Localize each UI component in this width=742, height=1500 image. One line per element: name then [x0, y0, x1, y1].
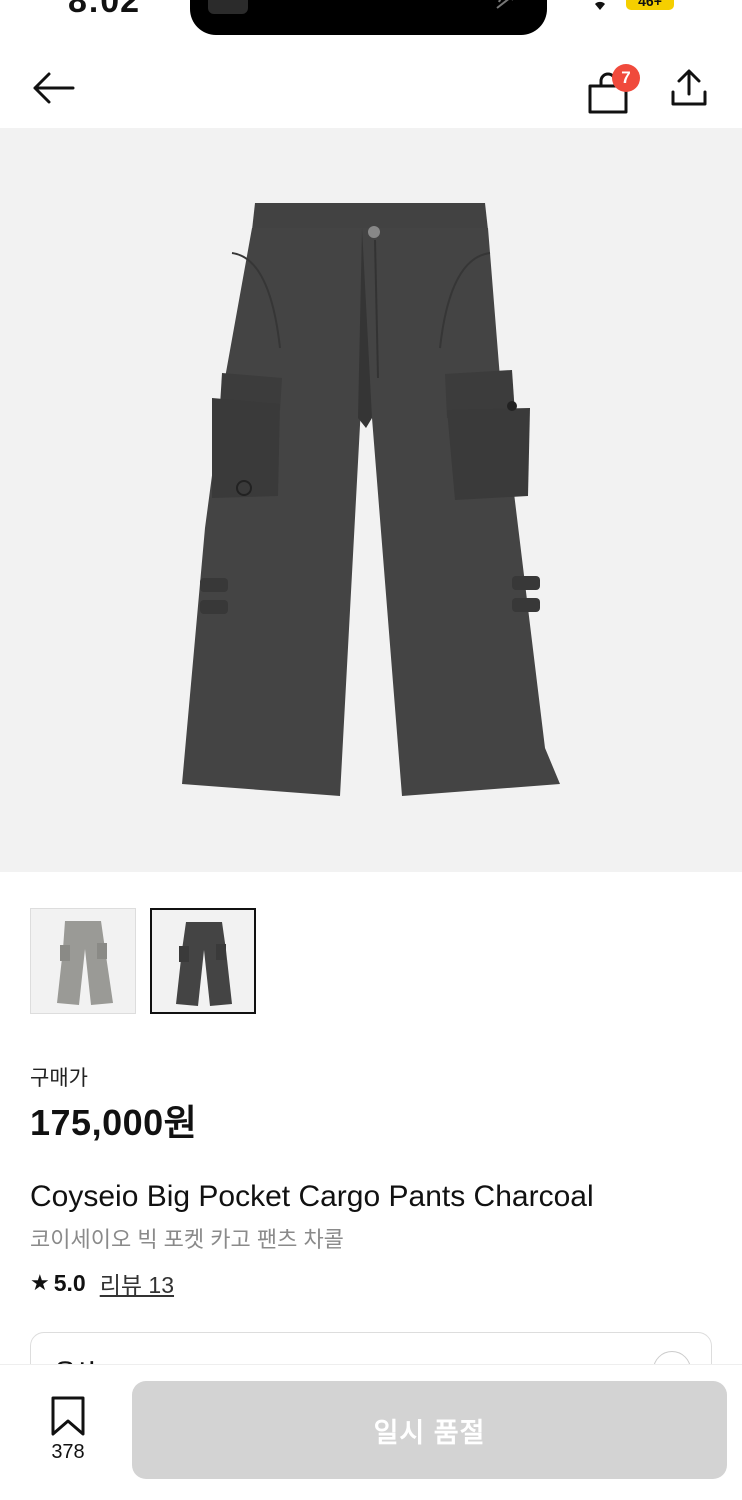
sold-out-button[interactable]: 일시 품절	[132, 1381, 727, 1479]
share-button[interactable]	[664, 64, 714, 112]
review-link[interactable]: 리뷰 13	[100, 1266, 174, 1300]
top-nav: 7	[0, 54, 742, 122]
price-label: 구매가	[30, 1067, 88, 1090]
now-playing-artwork	[208, 0, 248, 14]
rating-value: 5.0	[53, 1269, 86, 1296]
wifi-icon	[588, 0, 612, 17]
product-name-ko: 코이세이오 빅 포켓 카고 팬츠 차콜	[30, 1227, 344, 1252]
share-icon	[671, 69, 707, 106]
bookmark-icon	[51, 1396, 85, 1436]
muted-icon	[493, 0, 523, 10]
back-arrow-icon	[33, 72, 75, 104]
color-thumbnails	[30, 908, 256, 1014]
battery-indicator: 46+	[626, 0, 674, 10]
cart-count-badge: 7	[612, 64, 640, 92]
thumbnail-gray[interactable]	[30, 908, 136, 1014]
product-image[interactable]	[0, 128, 742, 872]
bottom-action-bar: 378 일시 품절	[0, 1364, 742, 1500]
cart-button[interactable]: 7	[582, 62, 642, 114]
product-name-en: Coyseio Big Pocket Cargo Pants Charcoal	[30, 1180, 594, 1213]
back-button[interactable]	[28, 66, 78, 110]
thumbnail-charcoal[interactable]	[150, 908, 256, 1014]
bookmark-button[interactable]: 378	[36, 1395, 100, 1465]
status-bar: 8:02 46+	[0, 0, 742, 40]
cargo-pants-image	[182, 203, 560, 796]
star-icon: ★	[30, 1270, 50, 1295]
bookmark-count: 378	[51, 1441, 85, 1463]
dynamic-island	[190, 0, 547, 35]
rating-row: ★ 5.0 리뷰 13	[30, 1266, 174, 1300]
product-price: 175,000원	[30, 1102, 198, 1143]
status-time: 8:02	[68, 0, 141, 20]
